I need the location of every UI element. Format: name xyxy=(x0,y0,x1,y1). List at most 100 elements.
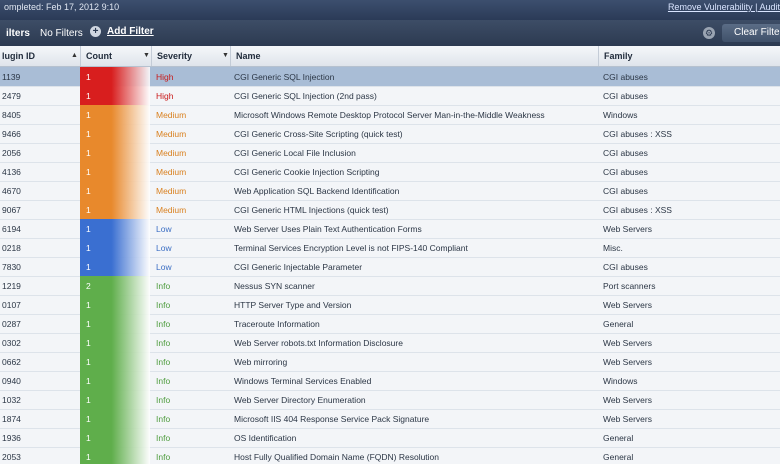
count-value: 1 xyxy=(86,186,91,196)
plugin-id-cell: 0302 xyxy=(2,338,21,348)
table-row[interactable]: 1139 1 High CGI Generic SQL Injection CGI ab… xyxy=(0,67,780,87)
family-cell: Web Servers xyxy=(603,414,652,424)
plugin-id-cell: 0662 xyxy=(2,357,21,367)
name-cell: CGI Generic HTML Injections (quick test) xyxy=(234,205,389,215)
count-cell: 2 xyxy=(80,276,150,295)
column-header-plugin-id[interactable]: lugin ID xyxy=(2,51,35,61)
count-value: 1 xyxy=(86,148,91,158)
table-row[interactable]: 6194 1 Low Web Server Uses Plain Text Authe… xyxy=(0,219,780,239)
plugin-id-cell: 0940 xyxy=(2,376,21,386)
name-cell: CGI Generic Injectable Parameter xyxy=(234,262,363,272)
name-cell: Nessus SYN scanner xyxy=(234,281,315,291)
column-divider[interactable] xyxy=(80,46,81,66)
family-cell: Web Servers xyxy=(603,224,652,234)
severity-cell: Info xyxy=(156,376,171,386)
column-divider[interactable] xyxy=(230,46,231,66)
count-value: 1 xyxy=(86,129,91,139)
column-header-family[interactable]: Family xyxy=(604,51,633,61)
clear-filters-button[interactable]: Clear Filters xyxy=(722,24,780,42)
count-cell: 1 xyxy=(80,238,150,257)
count-cell: 1 xyxy=(80,181,150,200)
column-divider[interactable] xyxy=(598,46,599,66)
table-row[interactable]: 2479 1 High CGI Generic SQL Injection (2nd … xyxy=(0,86,780,106)
family-cell: CGI abuses : XSS xyxy=(603,205,672,215)
table-row[interactable]: 0940 1 Info Windows Terminal Services Enabl… xyxy=(0,371,780,391)
column-header-count[interactable]: Count xyxy=(86,51,112,61)
table-row[interactable]: 1219 2 Info Nessus SYN scanner Port scanners xyxy=(0,276,780,296)
table-header: lugin ID ▲ Count ▼ Severity ▼ Name Famil… xyxy=(0,46,780,67)
table-row[interactable]: 0287 1 Info Traceroute Information General xyxy=(0,314,780,334)
column-divider[interactable] xyxy=(151,46,152,66)
name-cell: Web Server robots.txt Information Disclo… xyxy=(234,338,403,348)
table-row[interactable]: 1874 1 Info Microsoft IIS 404 Response Serv… xyxy=(0,409,780,429)
count-cell: 1 xyxy=(80,143,150,162)
count-cell: 1 xyxy=(80,352,150,371)
name-cell: CGI Generic SQL Injection (2nd pass) xyxy=(234,91,377,101)
count-value: 1 xyxy=(86,262,91,272)
column-header-severity[interactable]: Severity xyxy=(157,51,192,61)
add-filter-label: Add Filter xyxy=(107,26,154,38)
name-cell: Web Server Uses Plain Text Authenticatio… xyxy=(234,224,422,234)
severity-cell: Info xyxy=(156,357,171,367)
table-row[interactable]: 0302 1 Info Web Server robots.txt Informati… xyxy=(0,333,780,353)
count-value: 1 xyxy=(86,300,91,310)
top-links[interactable]: Remove Vulnerability | Audit xyxy=(668,2,780,12)
family-cell: Windows xyxy=(603,110,638,120)
column-header-name[interactable]: Name xyxy=(236,51,261,61)
table-row[interactable]: 0107 1 Info HTTP Server Type and Version Web… xyxy=(0,295,780,315)
count-value: 1 xyxy=(86,110,91,120)
plugin-id-cell: 7830 xyxy=(2,262,21,272)
count-value: 1 xyxy=(86,414,91,424)
table-row[interactable]: 2053 1 Info Host Fully Qualified Domain Nam… xyxy=(0,447,780,464)
plugin-id-cell: 9067 xyxy=(2,205,21,215)
table-row[interactable]: 9067 1 Medium CGI Generic HTML Injections (… xyxy=(0,200,780,220)
table-row[interactable]: 9466 1 Medium CGI Generic Cross-Site Script… xyxy=(0,124,780,144)
table-row[interactable]: 4136 1 Medium CGI Generic Cookie Injection … xyxy=(0,162,780,182)
name-cell: CGI Generic Local File Inclusion xyxy=(234,148,356,158)
table-row[interactable]: 8405 1 Medium Microsoft Windows Remote Desk… xyxy=(0,105,780,125)
dropdown-arrow-icon[interactable]: ▼ xyxy=(222,52,229,59)
name-cell: Terminal Services Encryption Level is no… xyxy=(234,243,468,253)
table-row[interactable]: 1032 1 Info Web Server Directory Enumeratio… xyxy=(0,390,780,410)
plugin-id-cell: 1139 xyxy=(2,72,21,82)
name-cell: Host Fully Qualified Domain Name (FQDN) … xyxy=(234,452,440,462)
plugin-id-cell: 2056 xyxy=(2,148,21,158)
severity-cell: High xyxy=(156,91,174,101)
clear-icon[interactable]: ⚙ xyxy=(703,27,715,39)
count-value: 1 xyxy=(86,91,91,101)
family-cell: CGI abuses xyxy=(603,148,648,158)
severity-cell: Low xyxy=(156,224,172,234)
family-cell: Web Servers xyxy=(603,338,652,348)
family-cell: General xyxy=(603,452,634,462)
severity-cell: Info xyxy=(156,414,171,424)
dropdown-arrow-icon[interactable]: ▼ xyxy=(143,52,150,59)
severity-cell: Info xyxy=(156,281,171,291)
table-row[interactable]: 4670 1 Medium Web Application SQL Backend I… xyxy=(0,181,780,201)
count-cell: 1 xyxy=(80,314,150,333)
count-value: 1 xyxy=(86,357,91,367)
add-filter-button[interactable]: + Add Filter xyxy=(90,26,154,37)
count-cell: 1 xyxy=(80,390,150,409)
sort-up-icon[interactable]: ▲ xyxy=(71,52,78,59)
count-cell: 1 xyxy=(80,333,150,352)
count-cell: 1 xyxy=(80,200,150,219)
name-cell: OS Identification xyxy=(234,433,297,443)
family-cell: CGI abuses xyxy=(603,262,648,272)
count-cell: 1 xyxy=(80,409,150,428)
name-cell: CGI Generic SQL Injection xyxy=(234,72,335,82)
count-cell: 1 xyxy=(80,67,150,86)
severity-cell: Info xyxy=(156,452,171,462)
table-row[interactable]: 2056 1 Medium CGI Generic Local File Inclus… xyxy=(0,143,780,163)
table-row[interactable]: 0218 1 Low Terminal Services Encryption Lev… xyxy=(0,238,780,258)
name-cell: CGI Generic Cross-Site Scripting (quick … xyxy=(234,129,403,139)
severity-cell: Medium xyxy=(156,205,187,215)
table-row[interactable]: 1936 1 Info OS Identification General xyxy=(0,428,780,448)
table-row[interactable]: 0662 1 Info Web mirroring Web Servers xyxy=(0,352,780,372)
table-row[interactable]: 7830 1 Low CGI Generic Injectable Parameter… xyxy=(0,257,780,277)
count-cell: 1 xyxy=(80,447,150,464)
name-cell: Traceroute Information xyxy=(234,319,320,329)
count-cell: 1 xyxy=(80,124,150,143)
name-cell: Web Server Directory Enumeration xyxy=(234,395,366,405)
severity-cell: Medium xyxy=(156,129,187,139)
family-cell: General xyxy=(603,433,634,443)
